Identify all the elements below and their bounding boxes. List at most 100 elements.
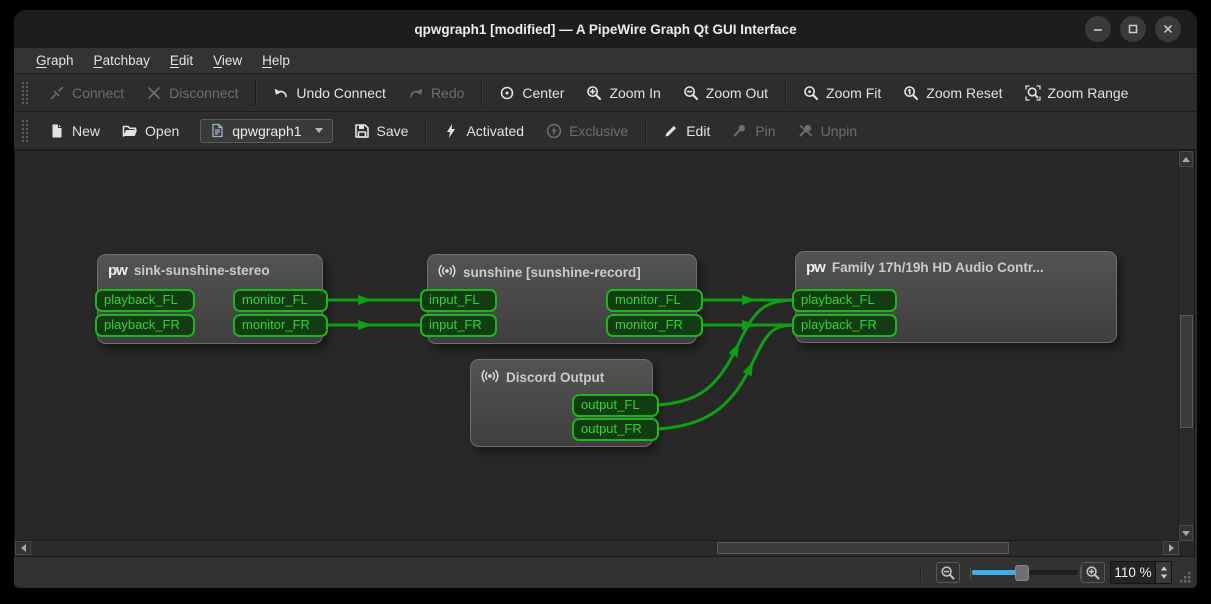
- wire-arrow: [743, 359, 758, 376]
- scroll-up-button[interactable]: [1179, 151, 1193, 167]
- menu-graph[interactable]: Graph: [26, 50, 84, 71]
- titlebar: qpwgraph1 [modified] — A PipeWire Graph …: [14, 10, 1197, 48]
- toolbar-grip[interactable]: [21, 119, 28, 143]
- maximize-button[interactable]: [1120, 16, 1146, 42]
- unpin-button[interactable]: Unpin: [787, 117, 869, 145]
- zoom-value[interactable]: 110 %: [1111, 562, 1155, 583]
- exclusive-bolt-icon: [546, 123, 562, 139]
- connection-wire-6[interactable]: [658, 325, 794, 429]
- window-title: qpwgraph1 [modified] — A PipeWire Graph …: [414, 22, 796, 37]
- exclusive-button[interactable]: Exclusive: [535, 117, 639, 145]
- toolbar-separator: [785, 80, 786, 106]
- center-button[interactable]: Center: [488, 79, 575, 107]
- new-button[interactable]: New: [38, 117, 111, 145]
- patchbay-combo[interactable]: qpwgraph1: [200, 119, 332, 143]
- zoom-reset-button[interactable]: Zoom Reset: [892, 79, 1013, 107]
- patchbay-combo-value: qpwgraph1: [232, 123, 301, 139]
- pin-button[interactable]: Pin: [721, 117, 786, 145]
- port-playback_FL[interactable]: playback_FL: [95, 289, 195, 312]
- zoom-spinbox[interactable]: 110 %: [1110, 561, 1172, 584]
- connection-wires: [15, 151, 1194, 556]
- zoom-in-button[interactable]: Zoom In: [575, 79, 671, 107]
- save-button[interactable]: Save: [343, 117, 420, 145]
- minimize-icon: [1090, 21, 1106, 37]
- toolbar-separator: [645, 118, 646, 144]
- open-folder-icon: [122, 123, 138, 139]
- redo-button[interactable]: Redo: [397, 79, 475, 107]
- zoom-in-icon: [586, 85, 602, 101]
- toolbar-main: Connect Disconnect Undo Connect Redo Cen…: [14, 74, 1197, 112]
- scroll-right-button[interactable]: [1163, 541, 1179, 555]
- minimize-button[interactable]: [1085, 16, 1111, 42]
- open-button[interactable]: Open: [111, 117, 190, 145]
- toolbar-separator: [425, 118, 426, 144]
- statusbar-zoom-in-button[interactable]: [1081, 562, 1105, 583]
- activated-button[interactable]: Activated: [432, 117, 535, 145]
- zoom-in-icon: [1085, 565, 1101, 581]
- port-monitor_FL[interactable]: monitor_FL: [606, 289, 703, 312]
- vertical-scroll-handle[interactable]: [1180, 315, 1193, 428]
- window-controls: [1085, 16, 1181, 42]
- edit-button[interactable]: Edit: [652, 117, 721, 145]
- port-output_FL[interactable]: output_FL: [572, 394, 659, 417]
- port-monitor_FL[interactable]: monitor_FL: [233, 289, 328, 312]
- save-icon: [354, 123, 370, 139]
- menu-view[interactable]: View: [203, 50, 252, 71]
- scroll-down-button[interactable]: [1179, 525, 1193, 541]
- menu-patchbay[interactable]: Patchbay: [84, 50, 160, 71]
- spin-up-icon[interactable]: [1160, 566, 1166, 570]
- wire-arrow: [742, 320, 756, 330]
- zoom-slider-handle[interactable]: [1015, 565, 1029, 581]
- zoom-reset-icon: [903, 85, 919, 101]
- center-icon: [499, 85, 515, 101]
- wire-arrow: [729, 340, 744, 357]
- connect-button[interactable]: Connect: [38, 79, 135, 107]
- zoom-fit-button[interactable]: Zoom Fit: [792, 79, 892, 107]
- horizontal-scrollbar[interactable]: [15, 540, 1179, 556]
- scroll-left-button[interactable]: [15, 541, 31, 555]
- wire-arrow: [742, 295, 756, 305]
- connect-icon: [49, 85, 65, 101]
- maximize-icon: [1125, 21, 1141, 37]
- menu-help[interactable]: Help: [252, 50, 300, 71]
- pin-icon: [732, 123, 748, 139]
- spin-down-icon[interactable]: [1160, 575, 1166, 579]
- arrow-up-icon: [1182, 157, 1190, 162]
- patchbay-file-icon: [210, 123, 225, 138]
- statusbar: 110 %: [14, 557, 1197, 588]
- statusbar-separator: [920, 565, 921, 581]
- graph-canvas[interactable]: pw sink-sunshine-stereo playback_FL play…: [14, 150, 1195, 557]
- arrow-right-icon: [1169, 544, 1174, 552]
- port-playback_FR[interactable]: playback_FR: [792, 314, 897, 337]
- port-input_FR[interactable]: input_FR: [420, 314, 497, 337]
- undo-connect-button[interactable]: Undo Connect: [262, 79, 397, 107]
- toolbar-grip[interactable]: [21, 81, 28, 105]
- port-playback_FL[interactable]: playback_FL: [792, 289, 897, 312]
- undo-icon: [273, 85, 289, 101]
- toolbar-separator: [481, 80, 482, 106]
- zoom-out-button[interactable]: Zoom Out: [672, 79, 779, 107]
- vertical-scrollbar[interactable]: [1178, 151, 1194, 541]
- port-monitor_FR[interactable]: monitor_FR: [606, 314, 703, 337]
- port-input_FL[interactable]: input_FL: [420, 289, 497, 312]
- toolbar-file: New Open qpwgraph1 Save Activated Exclus…: [14, 112, 1197, 150]
- spin-buttons: [1155, 562, 1171, 583]
- activated-bolt-icon: [443, 123, 459, 139]
- arrow-left-icon: [21, 544, 26, 552]
- arrow-down-icon: [1182, 531, 1190, 536]
- menu-edit[interactable]: Edit: [160, 50, 203, 71]
- zoom-out-icon: [940, 565, 956, 581]
- slider-tick: [970, 567, 971, 579]
- zoom-range-button[interactable]: Zoom Range: [1014, 79, 1140, 107]
- disconnect-icon: [146, 85, 162, 101]
- new-file-icon: [49, 123, 65, 139]
- app-window: qpwgraph1 [modified] — A PipeWire Graph …: [14, 10, 1197, 588]
- statusbar-zoom-out-button[interactable]: [936, 562, 960, 583]
- horizontal-scroll-handle[interactable]: [717, 542, 1009, 554]
- disconnect-button[interactable]: Disconnect: [135, 79, 249, 107]
- close-button[interactable]: [1155, 16, 1181, 42]
- resize-grip[interactable]: [1178, 570, 1192, 584]
- port-output_FR[interactable]: output_FR: [572, 418, 659, 441]
- port-monitor_FR[interactable]: monitor_FR: [233, 314, 328, 337]
- port-playback_FR[interactable]: playback_FR: [95, 314, 195, 337]
